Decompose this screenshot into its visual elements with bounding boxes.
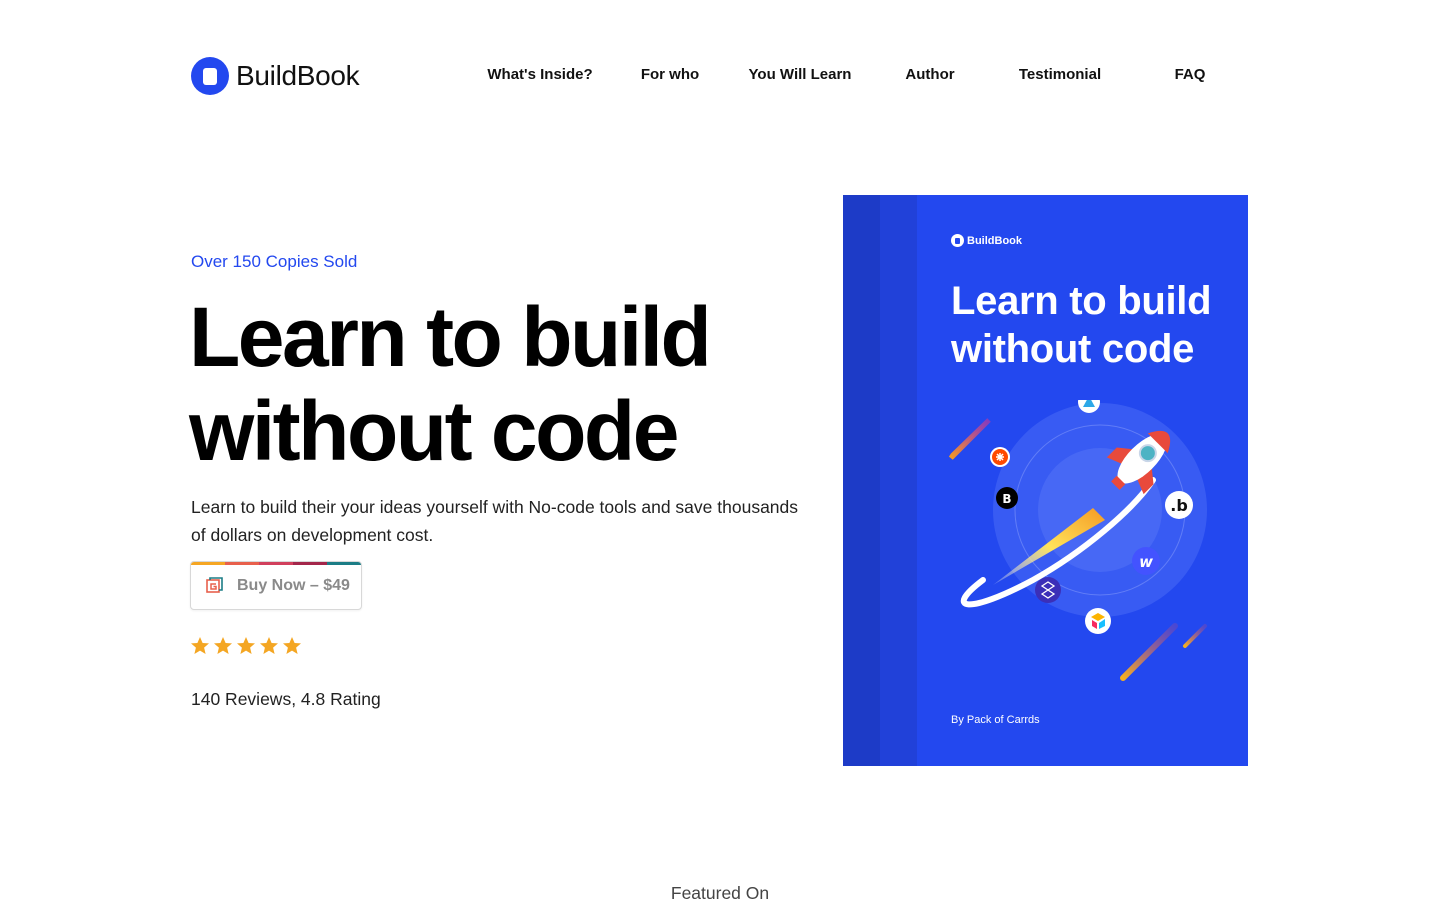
nav-link-you-will-learn[interactable]: You Will Learn xyxy=(749,66,852,83)
book-cover-image: BuildBook Learn to build without code B … xyxy=(843,195,1248,766)
book-brand-name: BuildBook xyxy=(967,234,1022,247)
book-title-line-2: without code xyxy=(951,327,1195,371)
book-author: By Pack of Carrds xyxy=(951,714,1040,726)
star-icon xyxy=(191,637,209,654)
gumroad-icon xyxy=(206,577,223,593)
top-nav: What's Inside? For who You Will Learn Au… xyxy=(0,66,1440,86)
featured-on-heading: Featured On xyxy=(670,883,770,900)
svg-text:B: B xyxy=(1002,492,1011,506)
copies-sold-eyebrow: Over 150 Copies Sold xyxy=(191,252,358,271)
star-icon xyxy=(214,637,232,654)
hero-subtext: Learn to build their your ideas yourself… xyxy=(191,497,799,545)
rocket-orbit-illustration: B .b w xyxy=(948,400,1207,681)
landing-page: BuildBook What's Inside? For who You Wil… xyxy=(0,0,1440,900)
book-title: Learn to build without code xyxy=(951,277,1241,373)
book-spine xyxy=(843,195,880,766)
nav-link-whats-inside[interactable]: What's Inside? xyxy=(487,66,592,83)
nav-link-testimonial[interactable]: Testimonial xyxy=(1019,66,1101,83)
rating-stars xyxy=(190,636,302,656)
book-spine-shade xyxy=(880,195,917,766)
star-icon xyxy=(237,637,255,654)
book-brand: BuildBook xyxy=(951,234,1022,247)
star-icon xyxy=(260,637,278,654)
svg-text:.b: .b xyxy=(1170,496,1188,515)
nav-link-faq[interactable]: FAQ xyxy=(1175,66,1206,83)
button-color-stripe xyxy=(191,562,361,565)
svg-text:w: w xyxy=(1139,553,1153,571)
buy-now-label: Buy Now – $49 xyxy=(237,576,350,594)
nav-link-for-who[interactable]: For who xyxy=(641,66,699,83)
buy-now-button[interactable]: Buy Now – $49 xyxy=(190,561,362,610)
star-icon xyxy=(283,637,301,654)
nav-link-author[interactable]: Author xyxy=(905,66,954,83)
reviews-summary: 140 Reviews, 4.8 Rating xyxy=(191,689,381,709)
hero-headline-line-1: Learn to build xyxy=(189,290,712,384)
book-logo-icon xyxy=(951,234,964,247)
hero-headline-line-2: without code xyxy=(189,384,679,478)
hero-headline: Learn to build without code xyxy=(189,290,809,478)
book-title-line-1: Learn to build xyxy=(951,279,1212,323)
